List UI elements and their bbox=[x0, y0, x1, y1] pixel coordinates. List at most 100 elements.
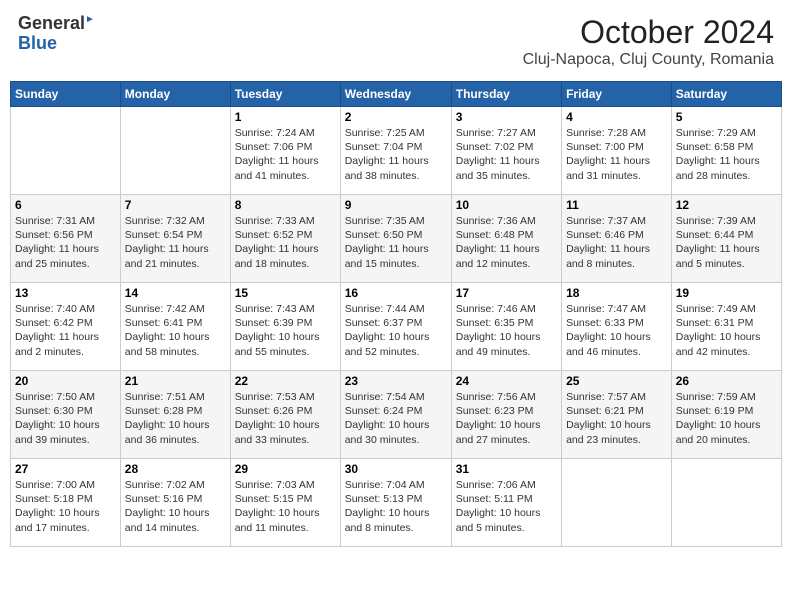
day-number: 1 bbox=[235, 110, 336, 124]
day-number: 12 bbox=[676, 198, 777, 212]
header-sunday: Sunday bbox=[11, 82, 121, 107]
calendar-cell: 17Sunrise: 7:46 AMSunset: 6:35 PMDayligh… bbox=[451, 283, 561, 371]
day-number: 24 bbox=[456, 374, 557, 388]
day-info: Sunrise: 7:53 AMSunset: 6:26 PMDaylight:… bbox=[235, 390, 336, 447]
calendar-cell: 31Sunrise: 7:06 AMSunset: 5:11 PMDayligh… bbox=[451, 459, 561, 547]
day-info: Sunrise: 7:51 AMSunset: 6:28 PMDaylight:… bbox=[125, 390, 226, 447]
logo-general-text: General bbox=[18, 13, 85, 33]
day-number: 28 bbox=[125, 462, 226, 476]
day-number: 4 bbox=[566, 110, 667, 124]
day-info: Sunrise: 7:40 AMSunset: 6:42 PMDaylight:… bbox=[15, 302, 116, 359]
day-number: 31 bbox=[456, 462, 557, 476]
calendar-cell: 14Sunrise: 7:42 AMSunset: 6:41 PMDayligh… bbox=[120, 283, 230, 371]
day-number: 13 bbox=[15, 286, 116, 300]
calendar-cell: 27 Sunrise: 7:00 AMSunset: 5:18 PMDayligh… bbox=[11, 459, 121, 547]
header-row: Sunday Monday Tuesday Wednesday Thursday… bbox=[11, 82, 782, 107]
day-number: 6 bbox=[15, 198, 116, 212]
calendar-cell bbox=[562, 459, 672, 547]
day-info: Sunrise: 7:25 AMSunset: 7:04 PMDaylight:… bbox=[345, 126, 447, 183]
day-info: Sunrise: 7:59 AMSunset: 6:19 PMDaylight:… bbox=[676, 390, 777, 447]
day-info: Sunrise: 7:44 AMSunset: 6:37 PMDaylight:… bbox=[345, 302, 447, 359]
calendar-cell: 29Sunrise: 7:03 AMSunset: 5:15 PMDayligh… bbox=[230, 459, 340, 547]
calendar-cell: 18 Sunrise: 7:47 AMSunset: 6:33 PMDayligh… bbox=[562, 283, 672, 371]
day-number: 27 bbox=[15, 462, 116, 476]
day-info: Sunrise: 7:28 AMSunset: 7:00 PMDaylight:… bbox=[566, 126, 667, 183]
day-number: 8 bbox=[235, 198, 336, 212]
calendar-cell: 16 Sunrise: 7:44 AMSunset: 6:37 PMDayligh… bbox=[340, 283, 451, 371]
calendar-week-5: 27 Sunrise: 7:00 AMSunset: 5:18 PMDayligh… bbox=[11, 459, 782, 547]
day-number: 11 bbox=[566, 198, 667, 212]
day-info: Sunrise: 7:37 AMSunset: 6:46 PMDaylight:… bbox=[566, 214, 667, 271]
header-thursday: Thursday bbox=[451, 82, 561, 107]
day-info: Sunrise: 7:56 AMSunset: 6:23 PMDaylight:… bbox=[456, 390, 557, 447]
day-number: 22 bbox=[235, 374, 336, 388]
day-info: Sunrise: 7:54 AMSunset: 6:24 PMDaylight:… bbox=[345, 390, 447, 447]
calendar-week-3: 13 Sunrise: 7:40 AMSunset: 6:42 PMDayligh… bbox=[11, 283, 782, 371]
logo-blue-text: Blue bbox=[18, 34, 95, 54]
day-number: 10 bbox=[456, 198, 557, 212]
calendar-cell: 13 Sunrise: 7:40 AMSunset: 6:42 PMDayligh… bbox=[11, 283, 121, 371]
calendar-cell: 6 Sunrise: 7:31 AMSunset: 6:56 PMDaylight… bbox=[11, 195, 121, 283]
day-info: Sunrise: 7:03 AMSunset: 5:15 PMDaylight:… bbox=[235, 478, 336, 535]
day-info: Sunrise: 7:31 AMSunset: 6:56 PMDaylight:… bbox=[15, 214, 116, 271]
calendar-cell bbox=[11, 107, 121, 195]
calendar-cell: 8 Sunrise: 7:33 AMSunset: 6:52 PMDaylight… bbox=[230, 195, 340, 283]
header-friday: Friday bbox=[562, 82, 672, 107]
day-info: Sunrise: 7:43 AMSunset: 6:39 PMDaylight:… bbox=[235, 302, 336, 359]
header-monday: Monday bbox=[120, 82, 230, 107]
calendar-cell: 3 Sunrise: 7:27 AMSunset: 7:02 PMDaylight… bbox=[451, 107, 561, 195]
calendar-cell: 22 Sunrise: 7:53 AMSunset: 6:26 PMDayligh… bbox=[230, 371, 340, 459]
calendar-cell: 11 Sunrise: 7:37 AMSunset: 6:46 PMDayligh… bbox=[562, 195, 672, 283]
page-subtitle: Cluj-Napoca, Cluj County, Romania bbox=[523, 51, 774, 69]
day-number: 23 bbox=[345, 374, 447, 388]
day-number: 3 bbox=[456, 110, 557, 124]
day-info: Sunrise: 7:35 AMSunset: 6:50 PMDaylight:… bbox=[345, 214, 447, 271]
day-info: Sunrise: 7:32 AMSunset: 6:54 PMDaylight:… bbox=[125, 214, 226, 271]
logo: General► Blue bbox=[18, 14, 95, 54]
day-number: 25 bbox=[566, 374, 667, 388]
header-wednesday: Wednesday bbox=[340, 82, 451, 107]
header-saturday: Saturday bbox=[671, 82, 781, 107]
calendar-cell: 20Sunrise: 7:50 AMSunset: 6:30 PMDayligh… bbox=[11, 371, 121, 459]
day-info: Sunrise: 7:33 AMSunset: 6:52 PMDaylight:… bbox=[235, 214, 336, 271]
day-number: 18 bbox=[566, 286, 667, 300]
day-info: Sunrise: 7:47 AMSunset: 6:33 PMDaylight:… bbox=[566, 302, 667, 359]
calendar-cell: 4 Sunrise: 7:28 AMSunset: 7:00 PMDaylight… bbox=[562, 107, 672, 195]
day-info: Sunrise: 7:57 AMSunset: 6:21 PMDaylight:… bbox=[566, 390, 667, 447]
day-info: Sunrise: 7:39 AMSunset: 6:44 PMDaylight:… bbox=[676, 214, 777, 271]
day-number: 2 bbox=[345, 110, 447, 124]
calendar-week-2: 6 Sunrise: 7:31 AMSunset: 6:56 PMDaylight… bbox=[11, 195, 782, 283]
day-number: 21 bbox=[125, 374, 226, 388]
page-header: General► Blue October 2024 Cluj-Napoca, … bbox=[10, 10, 782, 73]
calendar-cell: 26 Sunrise: 7:59 AMSunset: 6:19 PMDayligh… bbox=[671, 371, 781, 459]
calendar-cell: 10Sunrise: 7:36 AMSunset: 6:48 PMDayligh… bbox=[451, 195, 561, 283]
day-number: 14 bbox=[125, 286, 226, 300]
calendar-table: Sunday Monday Tuesday Wednesday Thursday… bbox=[10, 81, 782, 547]
day-info: Sunrise: 7:49 AMSunset: 6:31 PMDaylight:… bbox=[676, 302, 777, 359]
calendar-cell: 15Sunrise: 7:43 AMSunset: 6:39 PMDayligh… bbox=[230, 283, 340, 371]
calendar-cell: 28 Sunrise: 7:02 AMSunset: 5:16 PMDayligh… bbox=[120, 459, 230, 547]
calendar-cell: 30Sunrise: 7:04 AMSunset: 5:13 PMDayligh… bbox=[340, 459, 451, 547]
calendar-cell: 23 Sunrise: 7:54 AMSunset: 6:24 PMDayligh… bbox=[340, 371, 451, 459]
day-number: 26 bbox=[676, 374, 777, 388]
calendar-cell: 2 Sunrise: 7:25 AMSunset: 7:04 PMDaylight… bbox=[340, 107, 451, 195]
day-number: 9 bbox=[345, 198, 447, 212]
day-number: 19 bbox=[676, 286, 777, 300]
calendar-cell bbox=[120, 107, 230, 195]
calendar-cell: 12 Sunrise: 7:39 AMSunset: 6:44 PMDayligh… bbox=[671, 195, 781, 283]
day-info: Sunrise: 7:29 AMSunset: 6:58 PMDaylight:… bbox=[676, 126, 777, 183]
day-number: 16 bbox=[345, 286, 447, 300]
calendar-cell: 21 Sunrise: 7:51 AMSunset: 6:28 PMDayligh… bbox=[120, 371, 230, 459]
day-info: Sunrise: 7:27 AMSunset: 7:02 PMDaylight:… bbox=[456, 126, 557, 183]
calendar-cell bbox=[671, 459, 781, 547]
day-info: Sunrise: 7:02 AMSunset: 5:16 PMDaylight:… bbox=[125, 478, 226, 535]
day-info: Sunrise: 7:00 AMSunset: 5:18 PMDaylight:… bbox=[15, 478, 116, 535]
day-number: 5 bbox=[676, 110, 777, 124]
calendar-cell: 19 Sunrise: 7:49 AMSunset: 6:31 PMDayligh… bbox=[671, 283, 781, 371]
calendar-cell: 7 Sunrise: 7:32 AMSunset: 6:54 PMDaylight… bbox=[120, 195, 230, 283]
page-title: October 2024 bbox=[523, 14, 774, 51]
calendar-cell: 9 Sunrise: 7:35 AMSunset: 6:50 PMDaylight… bbox=[340, 195, 451, 283]
title-area: October 2024 Cluj-Napoca, Cluj County, R… bbox=[523, 14, 774, 69]
day-info: Sunrise: 7:04 AMSunset: 5:13 PMDaylight:… bbox=[345, 478, 447, 535]
day-number: 7 bbox=[125, 198, 226, 212]
